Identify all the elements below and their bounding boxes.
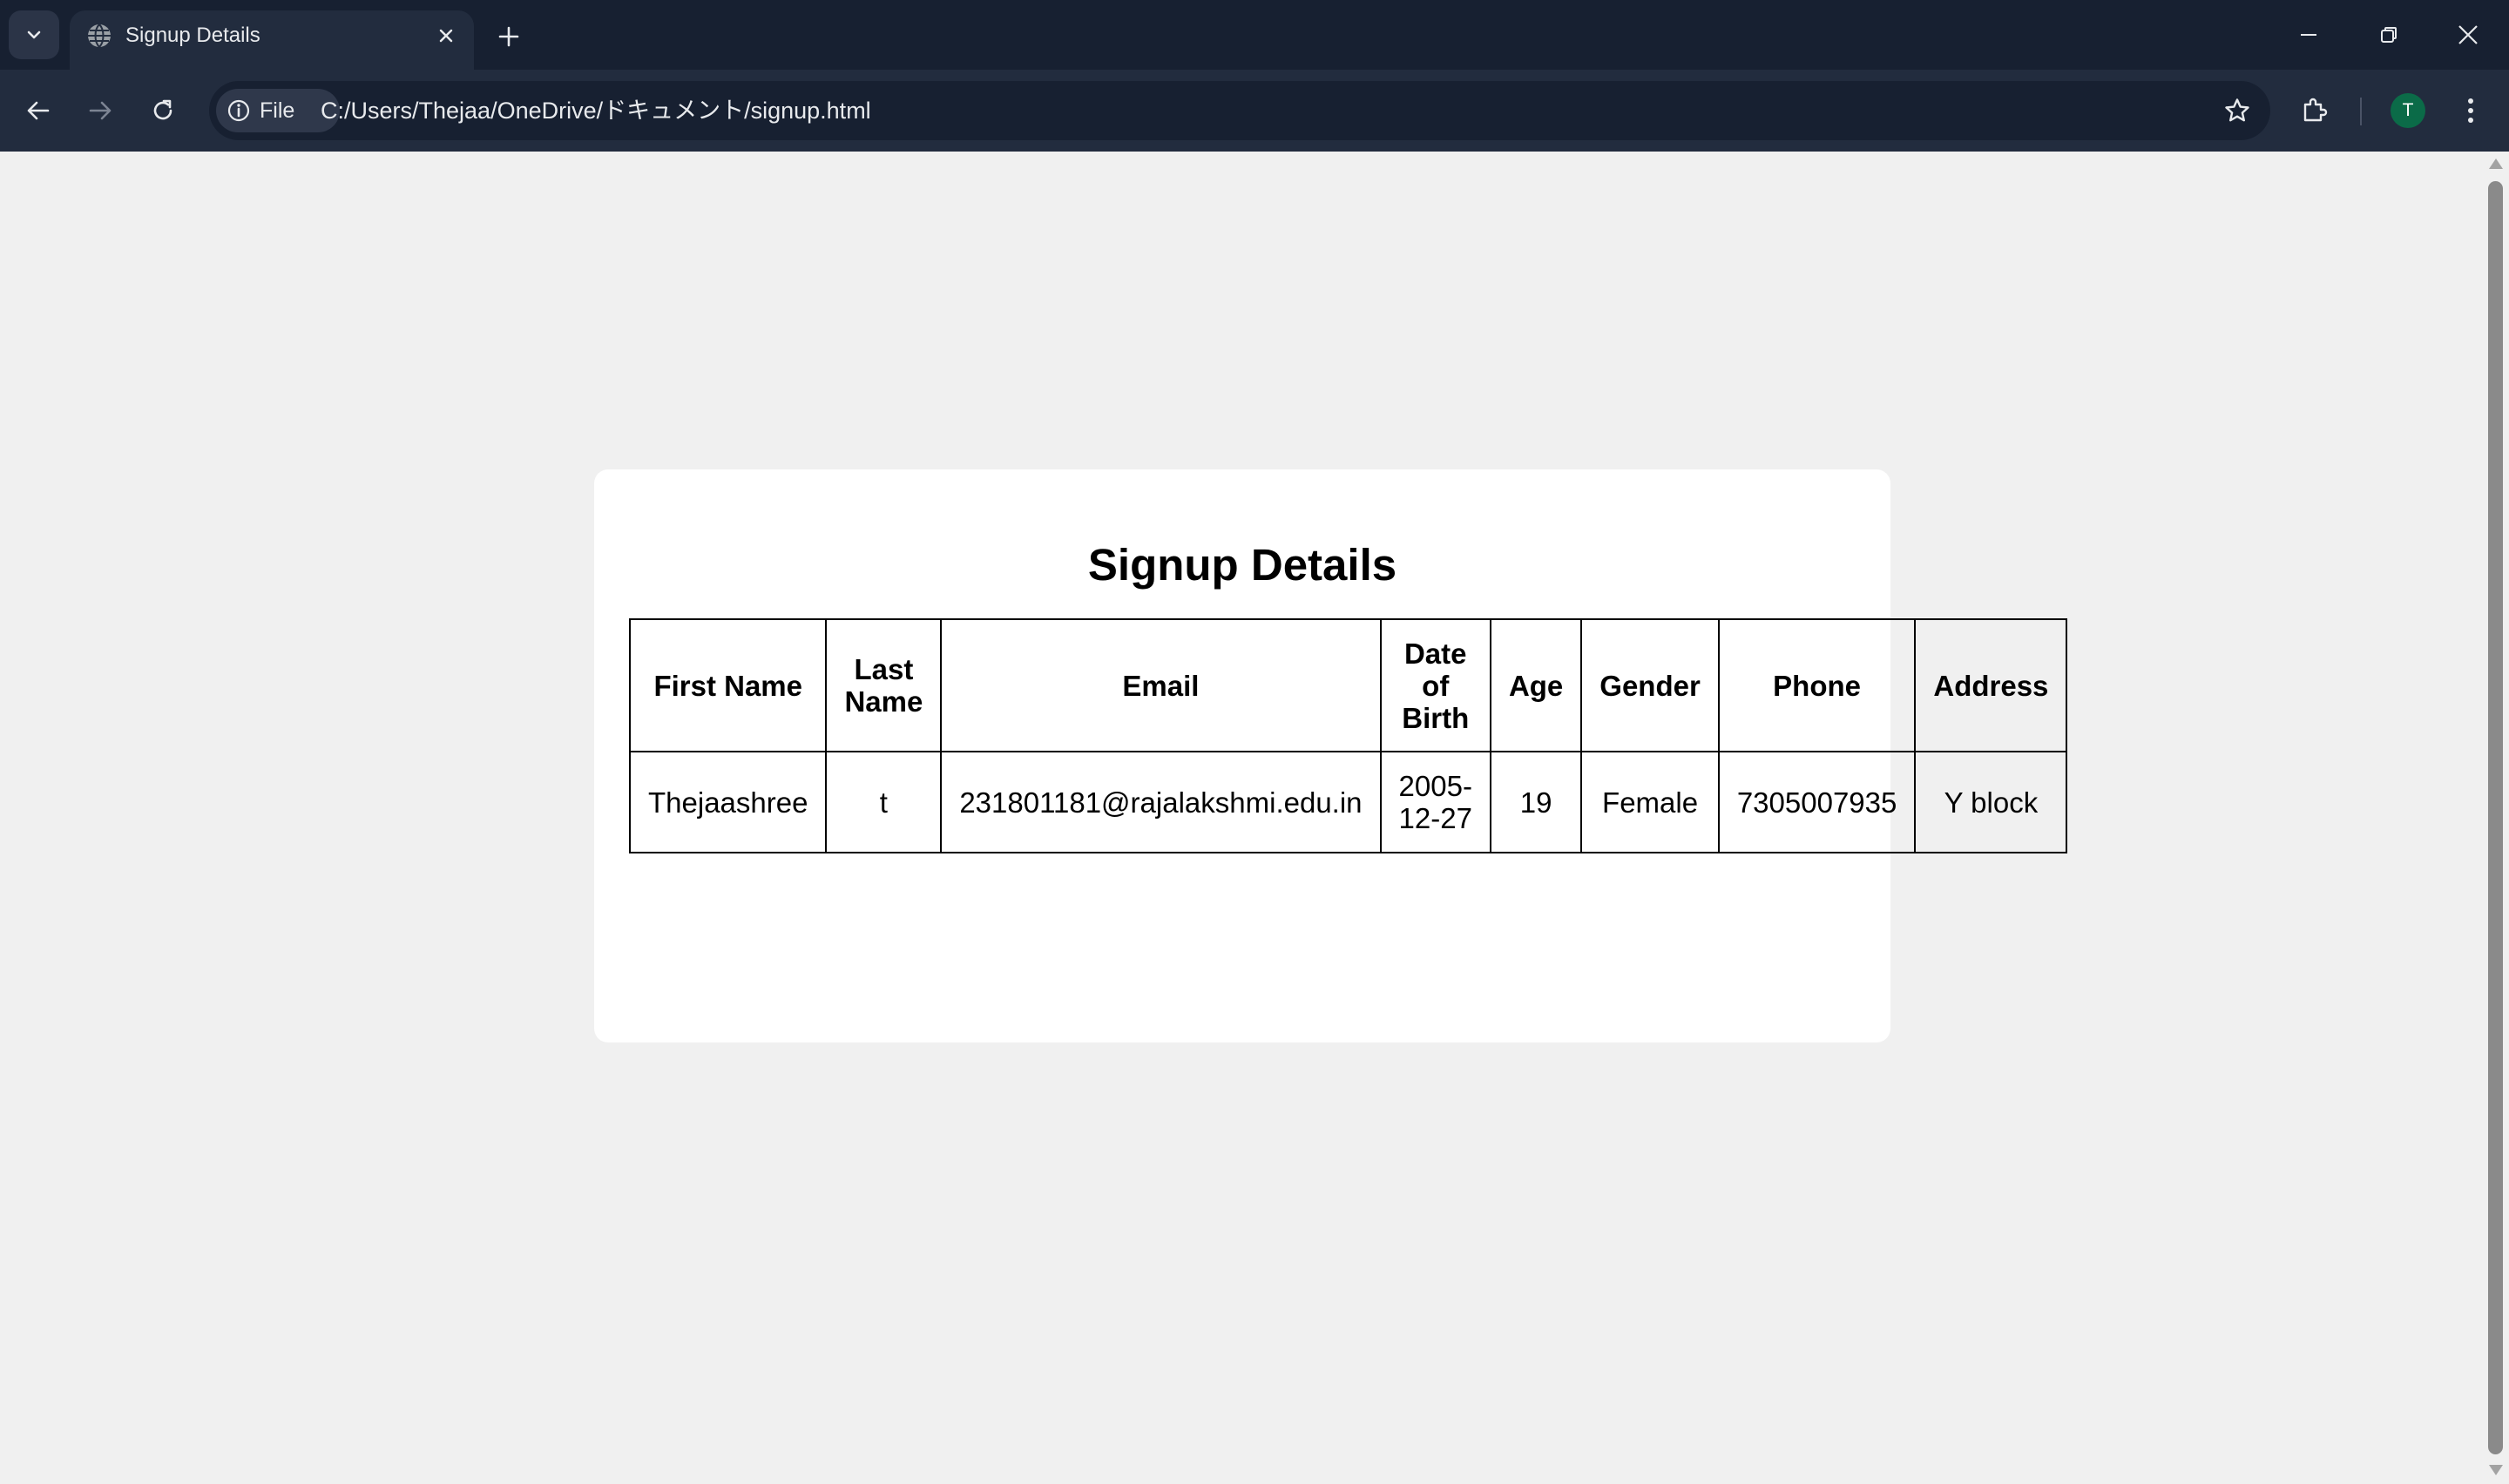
- menu-button[interactable]: [2448, 88, 2493, 133]
- toolbar-divider: [2360, 98, 2362, 125]
- globe-icon: [88, 24, 111, 48]
- site-info-label: File: [260, 98, 295, 123]
- info-icon: [227, 99, 250, 122]
- close-icon: [2458, 25, 2478, 44]
- forward-icon: [89, 101, 112, 120]
- header-phone: Phone: [1717, 618, 1917, 752]
- tab-search-icon: [27, 30, 41, 39]
- cell-email: 231801181@rajalakshmi.edu.in: [940, 751, 1382, 853]
- back-icon: [27, 101, 50, 120]
- header-gender: Gender: [1580, 618, 1720, 752]
- tab-search-button[interactable]: [9, 10, 59, 59]
- reload-button[interactable]: [140, 88, 186, 133]
- cell-date-of-birth: 2005-12-27: [1379, 751, 1491, 853]
- cell-gender: Female: [1580, 751, 1720, 853]
- cell-last-name: t: [825, 751, 943, 853]
- restore-button[interactable]: [2361, 12, 2417, 57]
- vertical-scrollbar[interactable]: [2483, 152, 2509, 1484]
- header-email: Email: [940, 618, 1382, 752]
- new-tab-button[interactable]: [491, 19, 526, 54]
- scroll-thumb[interactable]: [2488, 181, 2503, 1454]
- header-age: Age: [1489, 618, 1583, 752]
- header-date-of-birth: Date of Birth: [1379, 618, 1491, 752]
- header-last-name: Last Name: [825, 618, 943, 752]
- cell-address: Y block: [1914, 751, 2068, 853]
- scroll-down-arrow-icon[interactable]: [2489, 1465, 2503, 1475]
- plus-icon: [498, 26, 519, 47]
- active-tab[interactable]: Signup Details: [70, 10, 474, 70]
- close-icon: [439, 29, 453, 43]
- scroll-up-arrow-icon[interactable]: [2489, 159, 2503, 169]
- url-text[interactable]: C:/Users/Thejaa/OneDrive/ドキュメント/signup.h…: [321, 81, 871, 140]
- back-button[interactable]: [16, 88, 61, 133]
- close-window-button[interactable]: [2440, 12, 2496, 57]
- signup-details-table: First Name Last Name Email Date of Birth…: [628, 618, 2068, 853]
- header-first-name: First Name: [628, 618, 828, 752]
- cell-phone: 7305007935: [1717, 751, 1917, 853]
- tab-strip: Signup Details: [0, 0, 2509, 70]
- cell-age: 19: [1489, 751, 1583, 853]
- minimize-button[interactable]: [2281, 12, 2337, 57]
- address-bar[interactable]: File C:/Users/Thejaa/OneDrive/ドキュメント/sig…: [209, 81, 2270, 140]
- star-icon: [2225, 98, 2249, 122]
- reload-icon: [153, 99, 172, 120]
- restore-icon: [2381, 27, 2397, 43]
- extensions-button[interactable]: [2292, 88, 2337, 133]
- header-address: Address: [1914, 618, 2068, 752]
- table-header-row: First Name Last Name Email Date of Birth…: [628, 618, 2068, 752]
- minimize-icon: [2301, 34, 2316, 36]
- extensions-icon: [2303, 98, 2328, 122]
- tab-title: Signup Details: [125, 24, 260, 47]
- profile-avatar[interactable]: T: [2391, 93, 2425, 128]
- tab-close-button[interactable]: [432, 22, 460, 50]
- signup-card: Signup Details First Name Last Name Emai…: [594, 469, 2068, 1042]
- table-row: Thejaashree t 231801181@rajalakshmi.edu.…: [628, 751, 2068, 853]
- cell-first-name: Thejaashree: [628, 751, 828, 853]
- bookmark-button[interactable]: [2215, 88, 2260, 133]
- browser-toolbar: File C:/Users/Thejaa/OneDrive/ドキュメント/sig…: [0, 70, 2509, 152]
- more-icon: [2468, 98, 2473, 123]
- page-title: Signup Details: [1087, 540, 1397, 590]
- forward-button[interactable]: [78, 88, 123, 133]
